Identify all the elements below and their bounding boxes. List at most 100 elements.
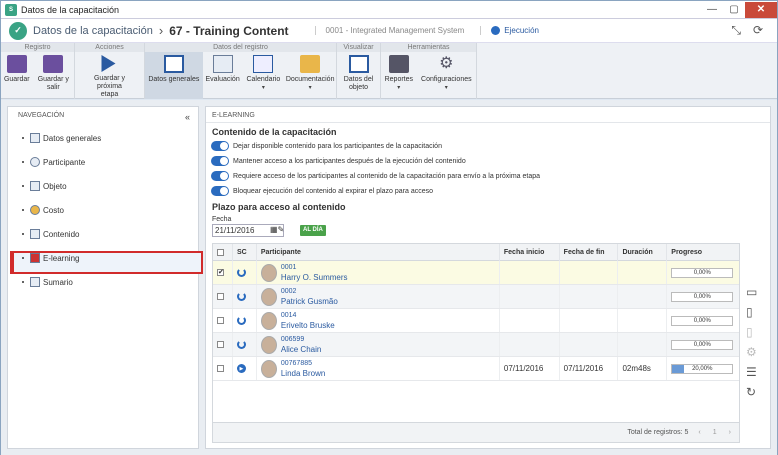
save-exit-button[interactable]: Guardar y salir (33, 52, 74, 99)
toggle-requiere-acceso[interactable]: Requiere acceso de los participantes al … (211, 171, 540, 181)
minimize-button[interactable]: — (701, 2, 723, 18)
row-checkbox-cell[interactable]: ✔ (213, 261, 233, 284)
participant-cell[interactable]: 0002 Patrick Gusmão (257, 285, 500, 308)
col-participante[interactable]: Participante (257, 244, 500, 261)
nav-item-label: Datos generales (43, 133, 102, 143)
toggle-switch[interactable] (211, 171, 229, 181)
documentation-button[interactable]: Documentación ▾ (284, 52, 336, 99)
participant-cell[interactable]: 00767885 Linda Brown (257, 357, 500, 380)
reports-button[interactable]: Reportes ▾ (381, 52, 417, 99)
participant-cell[interactable]: 0014 Erivelto Bruske (257, 309, 500, 332)
col-duracion[interactable]: Duración (618, 244, 668, 261)
refresh-icon[interactable]: ⟳ (753, 23, 763, 38)
nav-item-datos-generales[interactable]: Datos generales (22, 133, 101, 143)
nav-item-sumario[interactable]: Sumario (22, 277, 73, 287)
window-icon (30, 133, 40, 143)
settings-button[interactable]: ⚙ Configuraciones ▾ (417, 52, 476, 99)
participants-grid: SC Participante Fecha inicio Fecha de fi… (212, 243, 740, 443)
application-window: S Datos de la capacitación — ▢ ✕ ✓ Datos… (0, 0, 778, 455)
power-icon[interactable] (236, 340, 246, 349)
row-checkbox-cell[interactable] (213, 333, 233, 356)
col-fecha-fin[interactable]: Fecha de fin (560, 244, 619, 261)
participant-cell[interactable]: 006599 Alice Chain (257, 333, 500, 356)
toggle-switch[interactable] (211, 156, 229, 166)
col-progreso[interactable]: Progreso (667, 244, 739, 261)
duration-cell (618, 261, 668, 284)
evaluation-button[interactable]: Evaluación (203, 52, 243, 99)
document-icon[interactable]: ▯ (746, 305, 757, 319)
calendar-button[interactable]: Calendario ▾ (243, 52, 285, 99)
list-icon[interactable]: ☰ (746, 365, 757, 379)
progress-bar: 0,00% (671, 267, 734, 278)
table-row[interactable]: 0014 Erivelto Bruske 0,00% (213, 309, 739, 333)
pager-page[interactable]: 1 (713, 429, 717, 436)
toggle-switch[interactable] (211, 141, 229, 151)
power-icon[interactable] (236, 316, 246, 325)
content-area: NAVEGACIÓN « Datos generales Participante… (1, 100, 777, 455)
pager-prev-button[interactable]: ‹ (698, 429, 700, 436)
row-checkbox-cell[interactable] (213, 309, 233, 332)
save-next-step-button[interactable]: Guardar y próxima etapa (75, 52, 144, 99)
row-status-cell: ▶ (233, 357, 257, 380)
window-icon (163, 55, 184, 73)
table-row[interactable]: 006599 Alice Chain 0,00% (213, 333, 739, 357)
duration-cell (618, 309, 668, 332)
row-checkbox[interactable] (217, 317, 224, 324)
object-data-label: Datos del objeto (343, 76, 374, 91)
save-button[interactable]: Guardar (1, 52, 33, 99)
nav-item-objeto[interactable]: Objeto (22, 181, 67, 191)
nav-item-costo[interactable]: Costo (22, 205, 64, 215)
object-data-button[interactable]: Datos del objeto (337, 52, 380, 99)
record-count: Total de registros: 5 (627, 429, 689, 436)
pager-next-button[interactable]: › (729, 429, 731, 436)
calendar-icon (253, 55, 274, 73)
play-icon[interactable]: ▶ (236, 364, 246, 373)
row-checkbox[interactable]: ✔ (217, 269, 224, 276)
end-date-cell (560, 309, 619, 332)
progress-text: 0,00% (693, 317, 711, 324)
nav-item-e-learning[interactable]: E-learning (22, 253, 79, 263)
toggle-label: Dejar disponible contenido para los part… (233, 142, 442, 150)
toggle-bloquear-ejecucion[interactable]: Bloquear ejecución del contenido al expi… (211, 186, 433, 196)
select-all-checkbox[interactable] (217, 249, 224, 256)
power-icon[interactable] (236, 268, 246, 277)
group-registro: Registro Guardar Guardar y salir (1, 43, 75, 99)
people-icon (30, 157, 40, 167)
toggle-mantener-acceso[interactable]: Mantener acceso a los participantes desp… (211, 156, 466, 166)
table-row[interactable]: 0002 Patrick Gusmão 0,00% (213, 285, 739, 309)
nav-item-contenido[interactable]: Contenido (22, 229, 79, 239)
maximize-button[interactable]: ▢ (723, 2, 745, 18)
toggle-switch[interactable] (211, 186, 229, 196)
grid-body: ✔ 0001 Harry O. Summers 0,00% 0002 Patrick… (213, 261, 739, 381)
row-checkbox-cell[interactable] (213, 285, 233, 308)
power-icon[interactable] (236, 292, 246, 301)
start-date-cell: 07/11/2016 (500, 357, 560, 380)
col-sc[interactable]: SC (233, 244, 257, 261)
row-checkbox[interactable] (217, 365, 224, 372)
nav-item-label: Sumario (43, 277, 73, 287)
row-checkbox-cell[interactable] (213, 357, 233, 380)
app-icon: S (5, 3, 17, 16)
table-row[interactable]: ▶ 00767885 Linda Brown 07/11/2016 07/11/2… (213, 357, 739, 381)
close-button[interactable]: ✕ (745, 1, 777, 18)
row-status-cell (233, 261, 257, 284)
toggle-dejar-disponible[interactable]: Dejar disponible contenido para los part… (211, 141, 442, 151)
view-icon[interactable]: ▭ (746, 285, 757, 299)
content-section-title: Contenido de la capacitación (212, 127, 337, 137)
row-checkbox[interactable] (217, 341, 224, 348)
col-fecha-inicio[interactable]: Fecha inicio (500, 244, 560, 261)
row-checkbox[interactable] (217, 293, 224, 300)
app-name: Datos de la capacitación (33, 24, 153, 37)
refresh-icon[interactable]: ↻ (746, 385, 757, 399)
select-all-checkbox-cell[interactable] (213, 244, 233, 261)
collapse-icon[interactable]: « (185, 112, 190, 123)
shrink-icon[interactable]: ⤡ (731, 23, 741, 38)
group-title: Acciones (75, 43, 144, 52)
table-row[interactable]: ✔ 0001 Harry O. Summers 0,00% (213, 261, 739, 285)
nav-item-participante[interactable]: Participante (22, 157, 85, 167)
calendar-icon[interactable]: ▦✎ (270, 225, 284, 234)
end-date-cell (560, 333, 619, 356)
general-data-button[interactable]: Datos generales (145, 52, 203, 99)
participant-cell[interactable]: 0001 Harry O. Summers (257, 261, 500, 284)
avatar (260, 263, 277, 282)
